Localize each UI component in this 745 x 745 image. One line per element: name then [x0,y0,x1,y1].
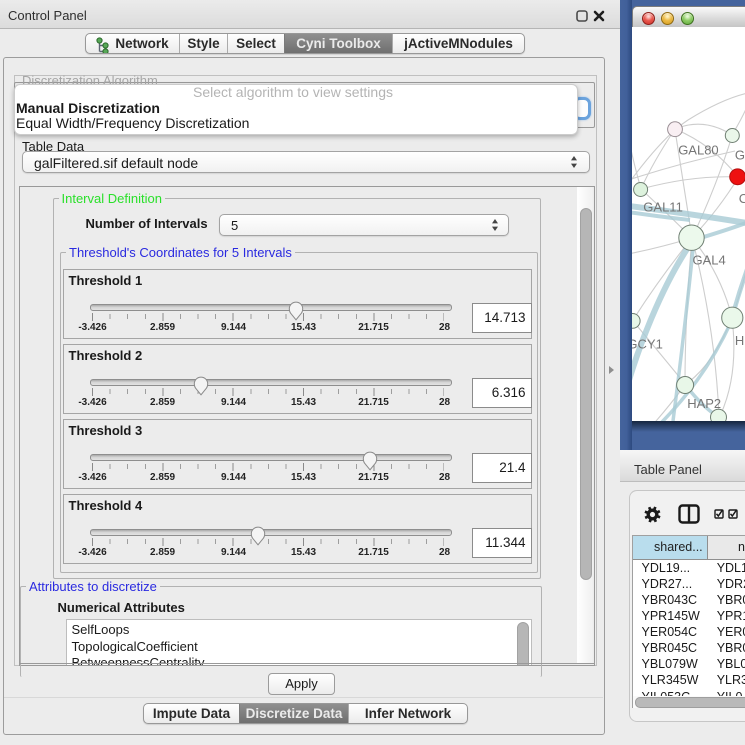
svg-text:GAL80: GAL80 [678,143,718,158]
svg-text:HAP2: HAP2 [687,396,721,411]
svg-text:GCY1: GCY1 [632,337,663,352]
svg-text:GAL4: GAL4 [693,253,726,268]
svg-text:H: H [735,333,744,348]
svg-text:GA: GA [735,147,745,162]
svg-text:GAL11: GAL11 [643,200,683,215]
svg-text:C: C [739,191,745,206]
